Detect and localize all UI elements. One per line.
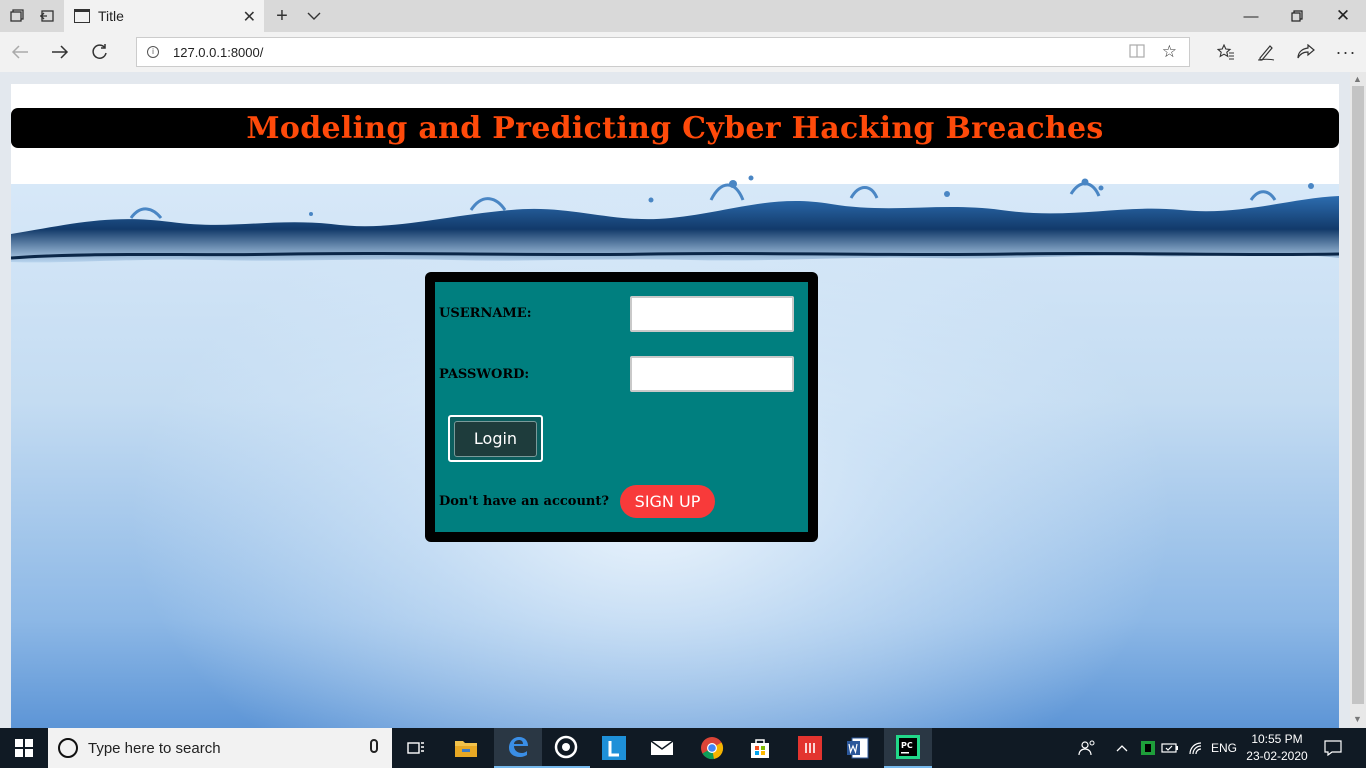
- battery-icon[interactable]: [1160, 728, 1180, 768]
- red-app-icon[interactable]: [786, 728, 834, 768]
- clock-time: 10:55 PM: [1251, 732, 1303, 746]
- scrollbar-thumb[interactable]: [1352, 86, 1364, 704]
- login-form: USERNAME: PASSWORD: Login Don't have an …: [425, 272, 818, 542]
- page-title: Modeling and Predicting Cyber Hacking Br…: [246, 110, 1104, 146]
- pycharm-icon[interactable]: PC: [884, 728, 932, 768]
- store-icon[interactable]: [736, 728, 784, 768]
- signup-prompt: Don't have an account?: [439, 494, 609, 509]
- file-explorer-icon[interactable]: [442, 728, 490, 768]
- refresh-icon[interactable]: [88, 40, 112, 64]
- search-placeholder: Type here to search: [88, 739, 221, 757]
- tab-title: Title: [98, 8, 124, 24]
- clock[interactable]: 10:55 PM 23-02-2020: [1242, 731, 1312, 765]
- login-button-frame: Login: [448, 415, 543, 462]
- tab-preview-icon[interactable]: [304, 6, 324, 26]
- clock-date: 23-02-2020: [1246, 749, 1308, 763]
- favorites-icon[interactable]: [1214, 40, 1238, 64]
- language-indicator[interactable]: ENG: [1208, 728, 1240, 768]
- browser-tab[interactable]: Title ✕: [64, 0, 264, 32]
- show-hidden-icons[interactable]: [1112, 728, 1132, 768]
- restore-icon[interactable]: [1274, 0, 1320, 32]
- scroll-down-icon[interactable]: ▼: [1353, 714, 1362, 724]
- page-scrollbar[interactable]: ▲ ▼: [1350, 72, 1366, 728]
- login-button[interactable]: Login: [454, 420, 537, 457]
- share-icon[interactable]: [1294, 40, 1318, 64]
- windows-start-icon[interactable]: [0, 728, 48, 768]
- tab-bar: Title ✕ + — ✕: [0, 0, 1366, 32]
- header-banner: Modeling and Predicting Cyber Hacking Br…: [11, 108, 1339, 148]
- task-view-icon[interactable]: [392, 728, 440, 768]
- password-label: PASSWORD:: [439, 367, 530, 382]
- more-icon[interactable]: ···: [1334, 40, 1358, 64]
- svg-text:PC: PC: [901, 741, 913, 750]
- cortana-icon: [58, 738, 78, 758]
- url-text: 127.0.0.1:8000/: [173, 44, 264, 60]
- username-input[interactable]: [630, 296, 794, 332]
- people-icon[interactable]: [1076, 728, 1098, 768]
- new-tab-icon[interactable]: +: [272, 5, 292, 27]
- username-label: USERNAME:: [439, 306, 532, 321]
- close-window-icon[interactable]: ✕: [1320, 0, 1366, 32]
- address-bar[interactable]: i 127.0.0.1:8000/ ☆: [136, 37, 1190, 67]
- word-icon[interactable]: [834, 728, 882, 768]
- l-app-icon[interactable]: [590, 728, 638, 768]
- wifi-icon[interactable]: [1186, 728, 1206, 768]
- web-page: Modeling and Predicting Cyber Hacking Br…: [11, 84, 1339, 728]
- green-app-tray-icon[interactable]: [1138, 728, 1158, 768]
- media-app-icon[interactable]: [542, 728, 590, 768]
- favorite-star-icon[interactable]: ☆: [1162, 42, 1177, 62]
- scroll-up-icon[interactable]: ▲: [1353, 74, 1362, 84]
- back-icon[interactable]: [8, 40, 32, 64]
- chrome-icon[interactable]: [688, 728, 736, 768]
- signup-button[interactable]: SIGN UP: [620, 485, 715, 518]
- mail-icon[interactable]: [638, 728, 686, 768]
- set-aside-icon[interactable]: [37, 6, 57, 26]
- microphone-icon[interactable]: [370, 739, 378, 753]
- minimize-icon[interactable]: —: [1228, 0, 1274, 32]
- action-center-icon[interactable]: [1322, 728, 1344, 768]
- pen-icon[interactable]: [1254, 40, 1278, 64]
- reading-view-icon[interactable]: [1129, 44, 1145, 61]
- tab-list-icon[interactable]: [7, 6, 27, 26]
- login-panel: USERNAME: PASSWORD: Login Don't have an …: [435, 282, 808, 532]
- info-icon[interactable]: i: [147, 46, 159, 58]
- page-icon: [74, 9, 90, 23]
- forward-icon[interactable]: [48, 40, 72, 64]
- web-viewport: Modeling and Predicting Cyber Hacking Br…: [0, 72, 1350, 728]
- taskbar: Type here to search PC ENG 10:55 PM 23-0…: [0, 728, 1366, 768]
- edge-browser-icon[interactable]: [494, 728, 542, 768]
- water-splash-image: [11, 175, 1339, 263]
- close-tab-icon[interactable]: ✕: [243, 7, 256, 27]
- taskbar-search-box[interactable]: Type here to search: [48, 728, 392, 768]
- password-input[interactable]: [630, 356, 794, 392]
- address-toolbar: i 127.0.0.1:8000/ ☆ ···: [0, 32, 1366, 72]
